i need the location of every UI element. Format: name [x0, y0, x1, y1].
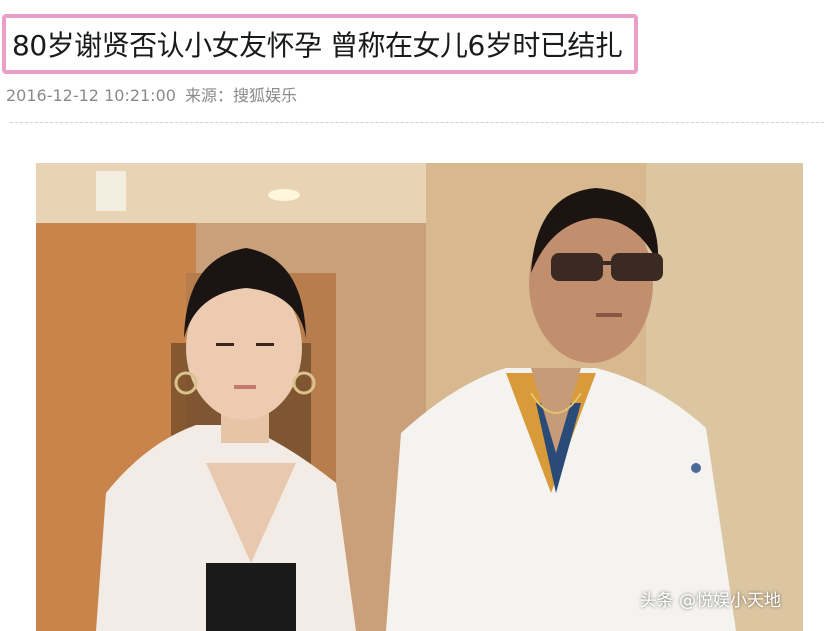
source-name[interactable]: 搜狐娱乐: [233, 86, 297, 105]
headline-highlight-box: 80岁谢贤否认小女友怀孕 曾称在女儿6岁时已结扎: [2, 14, 638, 74]
article-timestamp: 2016-12-12 10:21:00: [6, 86, 176, 105]
photo-watermark: 头条 @悦娱小天地: [639, 591, 781, 611]
article-headline: 80岁谢贤否认小女友怀孕 曾称在女儿6岁时已结扎: [12, 29, 623, 62]
source-label: 来源：: [185, 86, 234, 105]
article-meta: 2016-12-12 10:21:00 来源：搜狐娱乐: [6, 82, 297, 106]
dashed-divider: [10, 122, 824, 123]
article-photo: 头条 @悦娱小天地: [36, 163, 803, 631]
